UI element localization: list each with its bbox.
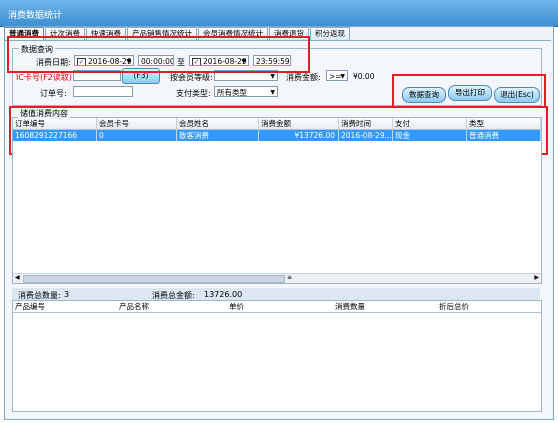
scroll-thumb[interactable] [23,275,285,283]
records-table[interactable]: 订单编号 会员卡号 会员姓名 消费金额 消费时间 支付 类型 160829122… [12,117,542,284]
scroll-left-icon[interactable]: ◀ [15,274,20,281]
amount-input[interactable]: ¥0.00 [350,70,386,81]
tab-points-cashback[interactable]: 积分返现 [310,27,350,40]
col-type[interactable]: 类型 [467,118,541,129]
title-bar: 消费数据统计 [0,0,558,27]
col-card-no[interactable]: 会员卡号 [97,118,177,129]
order-input[interactable] [73,86,133,97]
scroll-right-icon[interactable]: ▶ [534,274,539,281]
records-table-header: 订单编号 会员卡号 会员姓名 消费金额 消费时间 支付 类型 [13,118,541,130]
table-row[interactable]: 160829122716​6 0 散客消费 ¥13726.00 2016-08-… [13,130,541,141]
level-label: 按会员等级: [170,73,213,82]
cell-order-no: 160829122716​6 [13,130,97,141]
pay-type-label: 支付类型: [176,89,211,98]
records-group-title: 储值消费内容 [18,108,70,119]
cell-member-name: 散客消费 [177,130,259,141]
col-discount-total[interactable]: 折后总价 [437,301,541,312]
col-product-name[interactable]: 产品名称 [117,301,227,312]
cell-amount: ¥13726.00 [259,130,339,141]
col-product-no[interactable]: 产品编号 [13,301,117,312]
order-label: 订单号: [40,89,67,98]
annotation-frame-query [7,36,310,73]
scroll-grip-icon: ≡ [287,274,293,281]
col-unit-price[interactable]: 单价 [227,301,333,312]
chevron-down-icon: ▼ [270,89,275,96]
detail-table-header: 产品编号 产品名称 单价 消费数量 折后总价 [13,301,541,313]
col-member-name[interactable]: 会员姓名 [177,118,259,129]
count-value: 3 [64,290,70,299]
detail-table[interactable]: 产品编号 产品名称 单价 消费数量 折后总价 [12,300,542,412]
amount-operator-select[interactable]: >= ▼ [326,70,348,81]
chevron-down-icon: ▼ [340,73,345,80]
col-amount[interactable]: 消费金额 [259,118,339,129]
col-time[interactable]: 消费时间 [339,118,393,129]
col-order-no[interactable]: 订单编号 [13,118,97,129]
pay-type-select[interactable]: 所有类型 ▼ [214,86,278,97]
annotation-frame-buttons [392,74,546,108]
col-pay[interactable]: 支付 [393,118,467,129]
total-value: 13726.00 [204,290,243,299]
summary-bar: 消费总数量: 3 消费总金额: 13726.00 [12,288,540,300]
cell-card-no: 0 [97,130,177,141]
window-title: 消费数据统计 [8,11,63,21]
col-quantity[interactable]: 消费数量 [333,301,437,312]
cell-time: 2016-08-29... [341,130,393,141]
amount-label: 消费金额: [286,73,321,82]
card-label: IC卡号(F2读取) [16,73,72,82]
cell-type: 普通消费 [467,130,541,141]
horizontal-scrollbar[interactable]: ◀ ≡ ▶ [13,273,541,283]
cell-pay: 现金 [393,130,467,141]
